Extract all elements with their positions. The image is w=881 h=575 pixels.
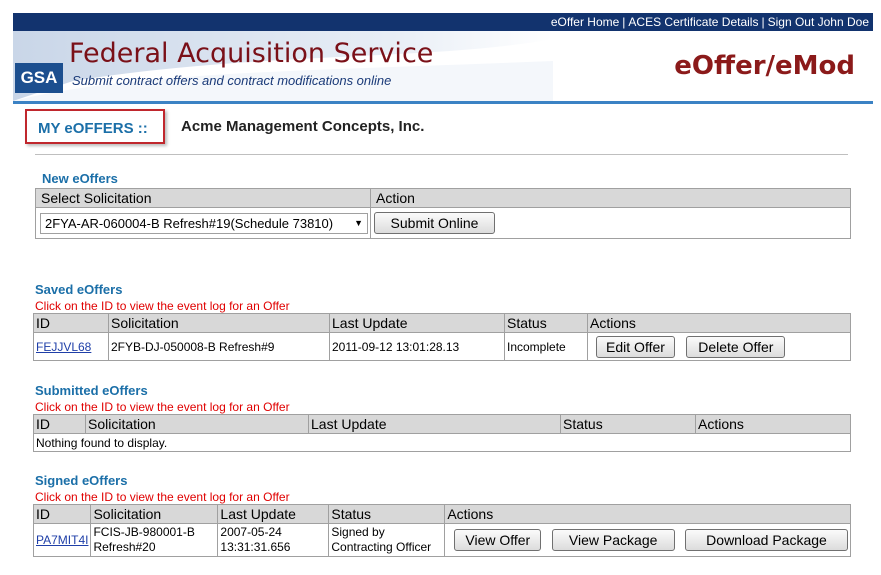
page-heading: MY eOFFERS :: — [38, 120, 148, 137]
solicitation-cell: 2FYB-DJ-050008-B Refresh#9 — [108, 332, 330, 361]
column-header: Action — [370, 188, 851, 208]
view-package-button[interactable]: View Package — [551, 529, 675, 551]
table-row: FEJJVL68 2FYB-DJ-050008-B Refresh#9 2011… — [33, 332, 851, 361]
company-name: Acme Management Concepts, Inc. — [181, 118, 425, 135]
saved-eoffers-hint: Click on the ID to view the event log fo… — [35, 299, 290, 313]
empty-message: Nothing found to display. — [33, 433, 851, 452]
column-header: Select Solicitation — [35, 188, 371, 208]
download-package-button[interactable]: Download Package — [685, 529, 848, 551]
column-header: Last Update — [217, 504, 330, 524]
gsa-logo: GSA — [15, 63, 63, 93]
chevron-down-icon[interactable]: ▼ — [354, 214, 363, 233]
last-update-cell: 2007-05-24 13:31:31.656 — [217, 523, 330, 557]
table-row: 2FYA-AR-060004-B Refresh#19(Schedule 738… — [35, 207, 851, 239]
nav-separator: | — [622, 15, 626, 29]
table-row: Nothing found to display. — [33, 433, 851, 452]
action-cell: Submit Online — [370, 207, 851, 239]
status-cell: Signed by Contracting Officer — [328, 523, 446, 557]
section-divider — [35, 154, 848, 155]
status-line: Contracting Officer — [331, 540, 432, 554]
column-header: Actions — [695, 414, 851, 434]
solicitation-select[interactable]: 2FYA-AR-060004-B Refresh#19(Schedule 738… — [40, 212, 368, 234]
signed-eoffers-title: Signed eOffers — [35, 473, 128, 488]
submitted-eoffers-table: ID Solicitation Last Update Status Actio… — [33, 414, 851, 452]
table-header-row: ID Solicitation Last Update Status Actio… — [32, 504, 851, 524]
app-title: eOffer/eMod — [674, 51, 855, 81]
offer-id-link[interactable]: PA7MIT4I — [36, 533, 88, 547]
saved-eoffers-table: ID Solicitation Last Update Status Actio… — [33, 313, 851, 361]
column-header: Status — [560, 414, 696, 434]
column-header: ID — [32, 504, 92, 524]
new-eoffers-title: New eOffers — [42, 171, 118, 186]
column-header: Actions — [587, 313, 851, 333]
table-header-row: ID Solicitation Last Update Status Actio… — [33, 414, 851, 434]
eoffer-home-link[interactable]: eOffer Home — [551, 15, 619, 29]
solicitation-select-cell: 2FYA-AR-060004-B Refresh#19(Schedule 738… — [35, 207, 371, 239]
service-subtitle: Submit contract offers and contract modi… — [72, 73, 392, 88]
table-header-row: Select Solicitation Action — [35, 188, 851, 208]
actions-cell: Edit Offer Delete Offer — [587, 332, 851, 361]
top-nav-links: eOffer Home | ACES Certificate Details | Sig… — [551, 15, 869, 29]
column-header: Solicitation — [90, 504, 219, 524]
sign-out-link[interactable]: Sign Out John Doe — [768, 15, 869, 29]
signed-eoffers-table: ID Solicitation Last Update Status Actio… — [32, 504, 851, 557]
service-title: Federal Acquisition Service — [69, 38, 434, 69]
column-header: ID — [33, 313, 109, 333]
submitted-eoffers-hint: Click on the ID to view the event log fo… — [35, 400, 290, 414]
aces-certificate-link[interactable]: ACES Certificate Details — [628, 15, 758, 29]
header-banner: GSA Federal Acquisition Service Submit c… — [13, 31, 873, 101]
last-update-cell: 2011-09-12 13:01:28.13 — [329, 332, 505, 361]
offer-id-cell: FEJJVL68 — [33, 332, 109, 361]
solicitation-select-value: 2FYA-AR-060004-B Refresh#19(Schedule 738… — [45, 215, 334, 231]
submitted-eoffers-title: Submitted eOffers — [35, 383, 148, 398]
column-header: ID — [33, 414, 86, 434]
new-eoffers-table: Select Solicitation Action 2FYA-AR-06000… — [35, 188, 851, 239]
solicitation-line: Refresh#20 — [93, 540, 156, 554]
view-offer-button[interactable]: View Offer — [454, 529, 542, 551]
banner-divider — [13, 101, 873, 104]
edit-offer-button[interactable]: Edit Offer — [596, 335, 675, 358]
status-line: Signed by — [331, 525, 385, 539]
solicitation-cell: FCIS-JB-980001-B Refresh#20 — [90, 523, 219, 557]
status-cell: Incomplete — [504, 332, 588, 361]
page-heading-box: MY eOFFERS :: — [25, 109, 165, 144]
offer-id-link[interactable]: FEJJVL68 — [36, 340, 91, 354]
top-nav-bar: eOffer Home | ACES Certificate Details | Sig… — [13, 13, 873, 31]
column-header: Solicitation — [85, 414, 309, 434]
column-header: Status — [328, 504, 446, 524]
actions-cell: View Offer View Package Download Package — [444, 523, 851, 557]
solicitation-line: FCIS-JB-980001-B — [93, 525, 195, 539]
column-header: Last Update — [329, 313, 505, 333]
last-update-time: 13:31:31.656 — [220, 540, 291, 554]
column-header: Last Update — [308, 414, 561, 434]
saved-eoffers-title: Saved eOffers — [35, 282, 123, 297]
delete-offer-button[interactable]: Delete Offer — [686, 335, 786, 358]
column-header: Status — [504, 313, 588, 333]
column-header: Solicitation — [108, 313, 330, 333]
signed-eoffers-hint: Click on the ID to view the event log fo… — [35, 490, 290, 504]
table-row: PA7MIT4I FCIS-JB-980001-B Refresh#20 200… — [32, 523, 851, 557]
column-header: Actions — [444, 504, 851, 524]
offer-id-cell: PA7MIT4I — [32, 523, 92, 557]
nav-separator: | — [761, 15, 765, 29]
last-update-date: 2007-05-24 — [220, 525, 282, 539]
submit-online-button[interactable]: Submit Online — [374, 212, 495, 234]
table-header-row: ID Solicitation Last Update Status Actio… — [33, 313, 851, 333]
